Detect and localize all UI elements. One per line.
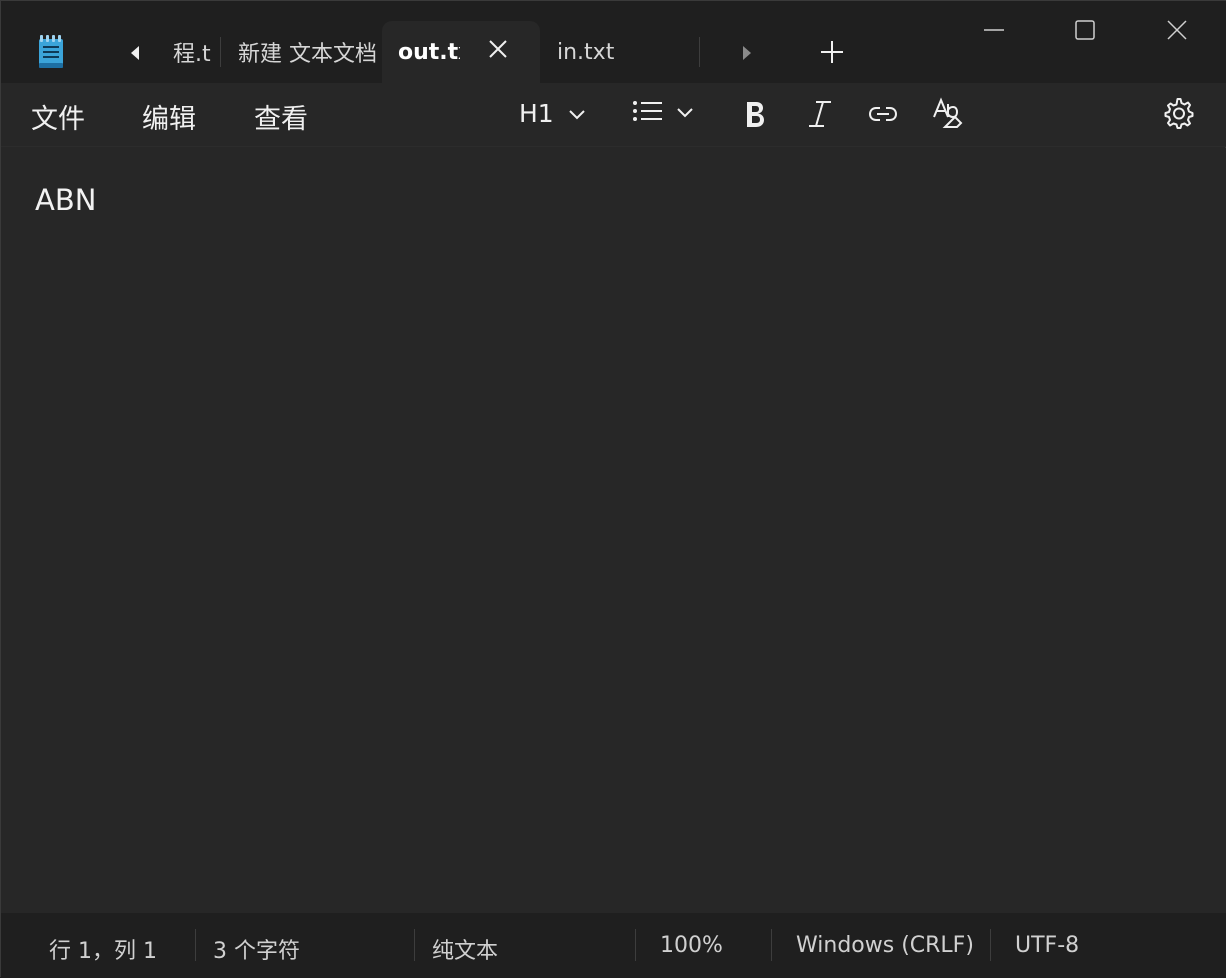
close-icon bbox=[489, 40, 507, 58]
new-tab-button[interactable] bbox=[817, 37, 847, 67]
chevron-down-icon bbox=[569, 109, 585, 119]
plus-icon bbox=[821, 41, 843, 63]
tab-label: 新建 文本文档 bbox=[238, 42, 377, 67]
tab-label: out.txt bbox=[398, 39, 460, 65]
spell-check-icon bbox=[933, 97, 963, 128]
tab-scroll-left-button[interactable] bbox=[117, 37, 153, 69]
menu-toolbar: 文件 编辑 查看 H1 bbox=[1, 83, 1226, 147]
tab-1[interactable]: 程.t bbox=[169, 21, 217, 83]
bold-button[interactable] bbox=[742, 99, 768, 129]
tab-label: in.txt bbox=[557, 39, 615, 65]
status-divider bbox=[990, 929, 991, 961]
notepad-app-icon bbox=[37, 35, 65, 69]
tab-4[interactable]: in.txt bbox=[541, 21, 699, 83]
status-divider bbox=[195, 929, 196, 961]
triangle-right-icon bbox=[743, 46, 751, 60]
menu-view[interactable]: 查看 bbox=[254, 97, 308, 136]
status-divider bbox=[635, 929, 636, 961]
tab-2[interactable]: 新建 文本文档 bbox=[223, 21, 379, 83]
list-icon bbox=[633, 101, 662, 121]
close-window-button[interactable] bbox=[1162, 15, 1192, 45]
maximize-icon bbox=[1075, 20, 1095, 40]
minimize-icon bbox=[984, 29, 1004, 31]
status-divider bbox=[771, 929, 772, 961]
settings-button[interactable] bbox=[1162, 97, 1196, 131]
heading-dropdown[interactable]: H1 bbox=[519, 99, 586, 128]
bold-icon bbox=[747, 102, 764, 127]
heading-value: H1 bbox=[519, 99, 554, 128]
cursor-position: 行 1，列 1 bbox=[49, 939, 157, 964]
text-format[interactable]: 纯文本 bbox=[432, 933, 498, 965]
status-divider bbox=[414, 929, 415, 961]
title-bar: 程.t 新建 文本文档 out.txt in.txt bbox=[1, 1, 1226, 83]
italic-button[interactable] bbox=[805, 99, 835, 129]
minimize-button[interactable] bbox=[979, 15, 1009, 45]
menu-edit[interactable]: 编辑 bbox=[142, 97, 196, 136]
list-dropdown[interactable] bbox=[632, 99, 694, 125]
link-icon bbox=[868, 107, 898, 121]
notepad-window: 程.t 新建 文本文档 out.txt in.txt bbox=[0, 0, 1226, 978]
triangle-left-icon bbox=[131, 46, 139, 60]
gear-icon bbox=[1164, 98, 1194, 129]
editor-content[interactable]: ABN bbox=[35, 183, 96, 217]
link-button[interactable] bbox=[867, 99, 899, 129]
close-icon bbox=[1167, 20, 1187, 40]
tab-divider bbox=[220, 37, 221, 67]
tab-scroll-right-button[interactable] bbox=[729, 37, 765, 69]
spell-check-button[interactable] bbox=[931, 97, 965, 131]
maximize-button[interactable] bbox=[1070, 15, 1100, 45]
line-ending[interactable]: Windows (CRLF) bbox=[796, 933, 974, 958]
menu-file[interactable]: 文件 bbox=[31, 97, 85, 136]
italic-icon bbox=[809, 101, 831, 127]
tab-close-button[interactable] bbox=[488, 39, 508, 59]
tab-active[interactable]: out.txt bbox=[382, 21, 540, 83]
character-count: 3 个字符 bbox=[213, 939, 300, 964]
encoding[interactable]: UTF-8 bbox=[1015, 933, 1079, 958]
tab-label: 程.t bbox=[173, 42, 211, 67]
text-editor[interactable]: ABN bbox=[1, 148, 1226, 913]
status-bar: 行 1，列 1 3 个字符 纯文本 100% Windows (CRLF) UT… bbox=[1, 913, 1226, 978]
tab-divider bbox=[699, 37, 700, 67]
chevron-down-icon bbox=[677, 108, 693, 118]
zoom-level[interactable]: 100% bbox=[660, 933, 723, 958]
